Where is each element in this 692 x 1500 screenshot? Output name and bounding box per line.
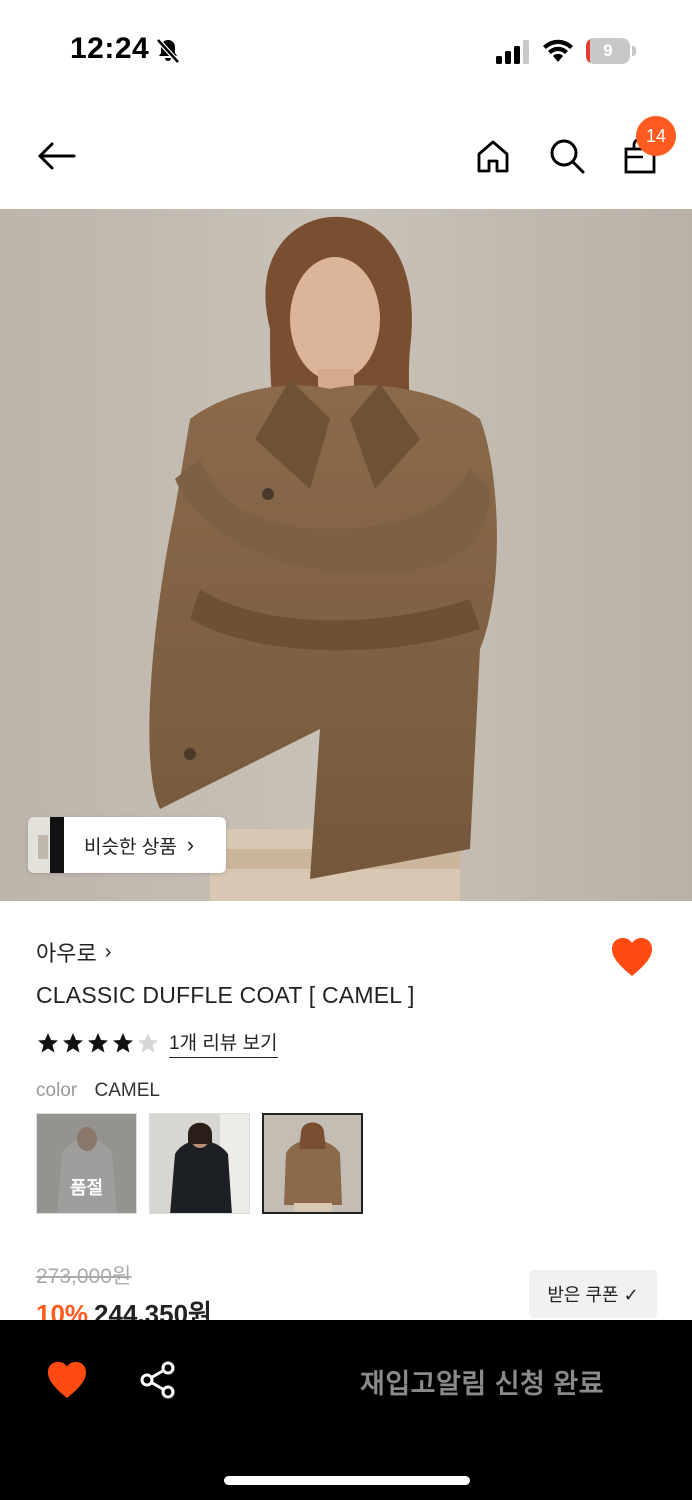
soldout-label: 품절 xyxy=(69,1178,104,1198)
color-selector-label: color CAMEL xyxy=(36,1080,160,1102)
home-icon xyxy=(477,140,509,173)
home-button[interactable] xyxy=(467,130,519,182)
home-indicator[interactable] xyxy=(224,1476,470,1485)
star-filled-icon xyxy=(63,1033,83,1053)
color-swatches: 품절 xyxy=(36,1113,375,1214)
back-button[interactable] xyxy=(30,130,82,182)
color-swatch-black[interactable] xyxy=(149,1113,250,1214)
product-title: CLASSIC DUFFLE COAT [ CAMEL ] xyxy=(36,982,415,1008)
heart-icon[interactable] xyxy=(610,936,654,978)
top-navigation xyxy=(0,110,692,208)
status-time: 12:24 xyxy=(70,32,150,65)
star-filled-icon xyxy=(38,1033,58,1053)
battery-level: 9 xyxy=(603,41,613,60)
star-rating xyxy=(36,1031,161,1055)
color-swatch-soldout[interactable]: 품절 xyxy=(36,1113,137,1214)
search-icon xyxy=(550,139,585,174)
review-link[interactable]: 1개 리뷰 보기 xyxy=(169,1028,278,1058)
color-swatch-camel[interactable] xyxy=(262,1113,363,1214)
brand-name: 아우로 xyxy=(36,941,97,966)
cellular-signal-icon xyxy=(496,40,529,64)
color-key: color xyxy=(36,1080,78,1101)
search-button[interactable] xyxy=(541,130,593,182)
rating-row: 1개 리뷰 보기 xyxy=(36,1028,278,1058)
color-value: CAMEL xyxy=(94,1080,160,1101)
original-price: 273,000원 xyxy=(36,1265,132,1288)
product-photo xyxy=(0,209,692,901)
similar-products-label: 비슷한 상품 xyxy=(84,836,177,858)
chevron-right-icon: › xyxy=(186,832,195,857)
battery-indicator: 9 xyxy=(586,38,636,64)
chevron-right-icon: › xyxy=(104,940,112,963)
back-arrow-icon xyxy=(38,142,76,170)
restock-notification-button[interactable]: 재입고알림 신청 완료 xyxy=(360,1362,604,1401)
received-coupon-button[interactable]: 받은 쿠폰 ✓ xyxy=(529,1270,657,1318)
star-filled-icon xyxy=(88,1033,108,1053)
wifi-icon xyxy=(543,39,573,62)
cart-count-badge: 14 xyxy=(636,116,676,156)
brand-link[interactable]: 아우로 › xyxy=(36,936,111,968)
similar-products-button[interactable]: 비슷한 상품 › xyxy=(28,817,226,873)
star-filled-icon xyxy=(113,1033,133,1053)
similar-products-thumbnail xyxy=(28,817,64,873)
star-empty-icon xyxy=(138,1033,158,1053)
bell-off-icon xyxy=(156,38,180,64)
product-main-image[interactable] xyxy=(0,209,692,901)
wishlist-heart-icon[interactable] xyxy=(46,1360,88,1400)
bottom-action-bar xyxy=(0,1320,692,1500)
share-icon[interactable] xyxy=(138,1360,178,1400)
status-bar: 12:24 9 xyxy=(0,0,692,100)
